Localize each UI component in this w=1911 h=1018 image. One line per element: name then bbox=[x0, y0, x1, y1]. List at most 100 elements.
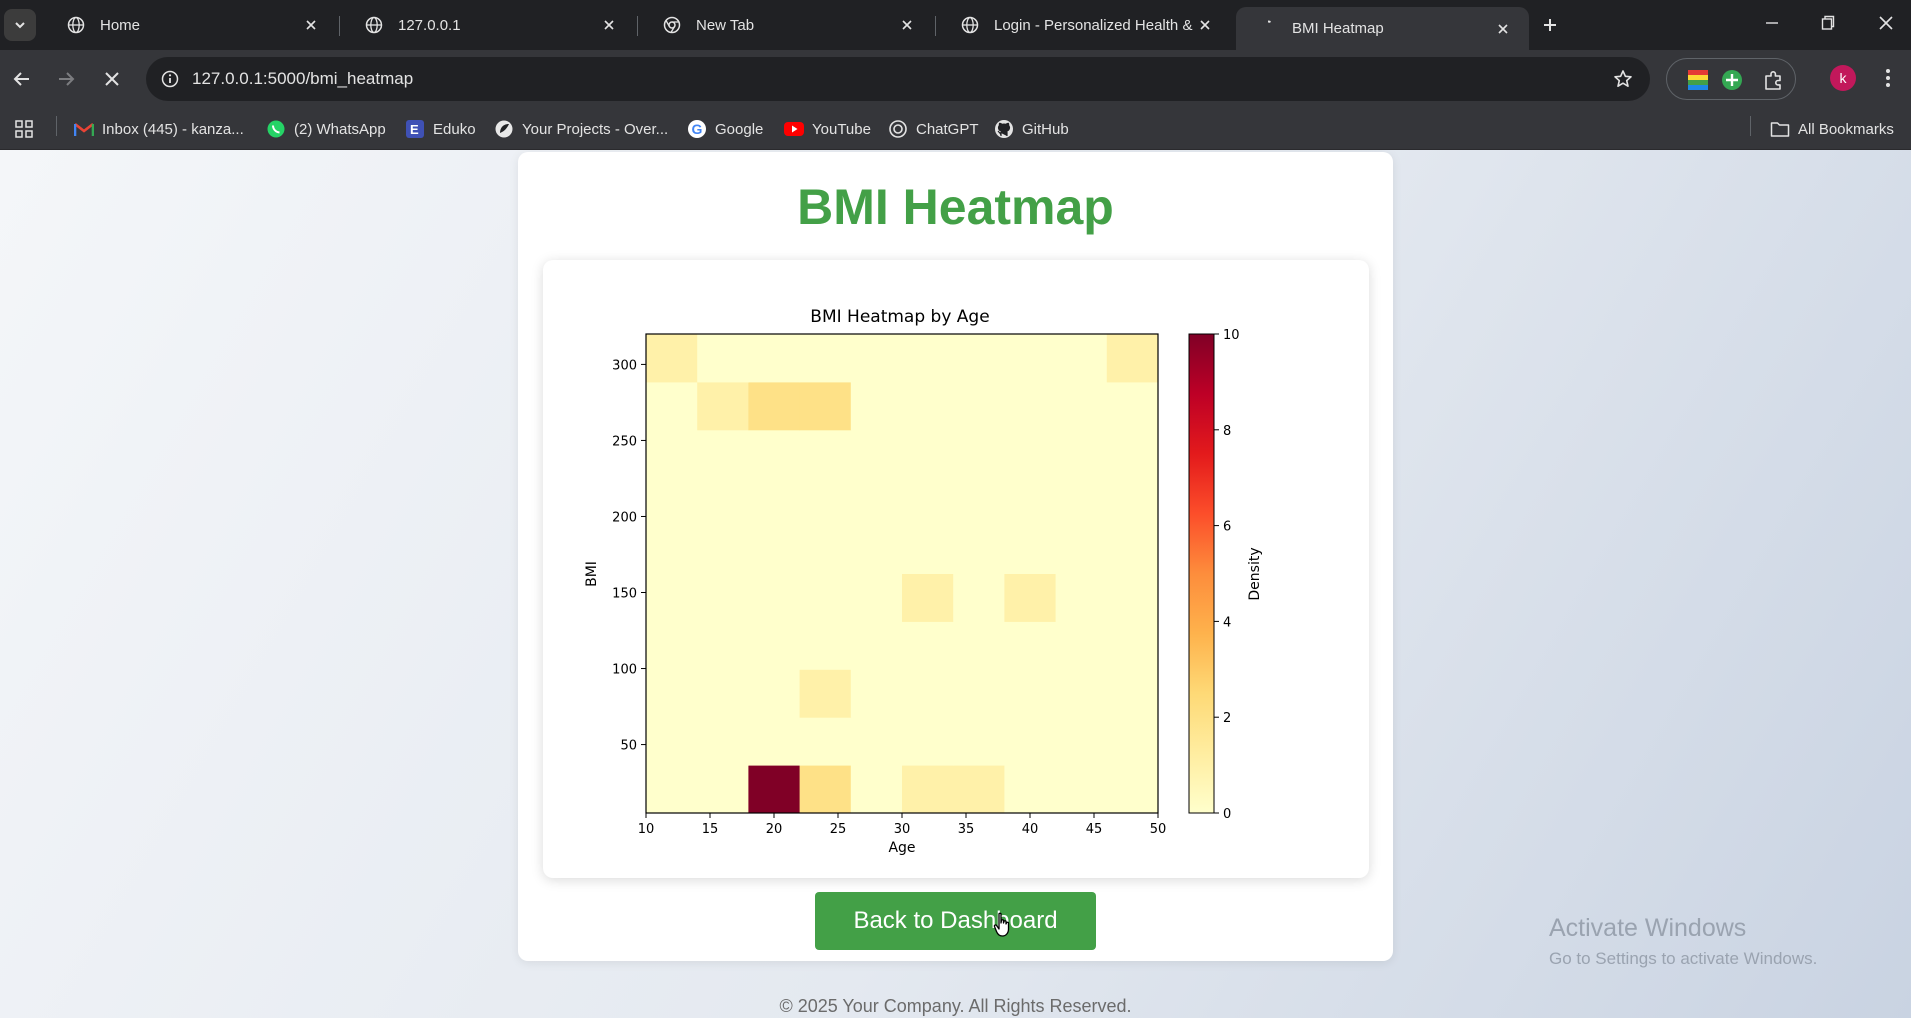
colorbar-ticks: 0 2 4 6 8 10 bbox=[1214, 328, 1240, 822]
heatmap-cell bbox=[646, 477, 698, 527]
bookmark-whatsapp[interactable]: (2) WhatsApp bbox=[266, 116, 386, 142]
heatmap-cell bbox=[748, 669, 801, 718]
heatmap-cell bbox=[799, 525, 852, 574]
profile-avatar[interactable]: k bbox=[1830, 65, 1856, 91]
close-icon[interactable] bbox=[895, 13, 919, 37]
heatmap-cell bbox=[1055, 429, 1108, 479]
heatmap-cell bbox=[697, 429, 749, 479]
heatmap-cells bbox=[646, 334, 1159, 814]
heatmap-cell bbox=[902, 765, 954, 814]
tab-home[interactable]: Home bbox=[44, 7, 337, 43]
heatmap-cell bbox=[953, 573, 1005, 622]
heatmap-cell bbox=[646, 669, 698, 718]
bookmark-eduko[interactable]: E Eduko bbox=[405, 116, 476, 142]
tab-title: New Tab bbox=[696, 16, 755, 34]
tab-login[interactable]: Login - Personalized Health & D bbox=[938, 7, 1231, 43]
heatmap-cell bbox=[1004, 381, 1057, 431]
heatmap-cell bbox=[902, 525, 954, 574]
close-icon[interactable] bbox=[299, 13, 323, 37]
heatmap-cell bbox=[697, 334, 749, 383]
back-nav-button[interactable] bbox=[6, 63, 38, 95]
tab-new-tab[interactable]: New Tab bbox=[640, 7, 933, 43]
stop-loading-button[interactable] bbox=[96, 63, 128, 95]
heatmap-cell bbox=[748, 765, 801, 814]
gmail-icon bbox=[74, 119, 94, 139]
globe-icon bbox=[364, 15, 384, 35]
heatmap-cell bbox=[902, 334, 954, 383]
bookmarks-bar: Inbox (445) - kanza... (2) WhatsApp E Ed… bbox=[0, 108, 1911, 150]
menu-icon[interactable] bbox=[1874, 64, 1902, 92]
heatmap-cell bbox=[799, 429, 852, 479]
close-icon[interactable] bbox=[597, 13, 621, 37]
heatmap-cell bbox=[1106, 765, 1159, 814]
bookmark-chatgpt[interactable]: ChatGPT bbox=[888, 116, 979, 142]
heatmap-cell bbox=[1055, 717, 1108, 766]
heatmap-cell bbox=[697, 525, 749, 574]
heatmap-cell bbox=[748, 381, 801, 431]
browser-toolbar: 127.0.0.1:5000/bmi_heatmap k bbox=[0, 50, 1911, 108]
footer-text: © 2025 Your Company. All Rights Reserved… bbox=[779, 996, 1132, 1016]
heatmap-cell bbox=[953, 477, 1005, 527]
x-tick-label: 45 bbox=[1086, 822, 1103, 837]
heatmap-cell bbox=[1004, 765, 1057, 814]
close-icon[interactable] bbox=[1193, 13, 1217, 37]
bookmark-github[interactable]: GitHub bbox=[994, 116, 1069, 142]
y-axis: 50 100 150 200 250 300 bbox=[612, 358, 646, 754]
tab-divider bbox=[339, 16, 340, 36]
svg-text:G: G bbox=[692, 121, 703, 137]
heatmap-cell bbox=[697, 573, 749, 622]
forward-nav-button[interactable] bbox=[50, 63, 82, 95]
color-extension-icon[interactable] bbox=[1685, 67, 1711, 93]
tab-search-button[interactable] bbox=[4, 9, 36, 41]
star-icon[interactable] bbox=[1610, 66, 1636, 92]
restore-icon bbox=[1821, 15, 1835, 30]
heatmap-cell bbox=[953, 669, 1005, 718]
folder-icon bbox=[1770, 119, 1790, 139]
tab-127[interactable]: 127.0.0.1 bbox=[342, 7, 635, 43]
add-extension-icon[interactable] bbox=[1719, 67, 1745, 93]
address-bar[interactable]: 127.0.0.1:5000/bmi_heatmap bbox=[146, 57, 1650, 101]
all-bookmarks-button[interactable]: All Bookmarks bbox=[1770, 116, 1894, 142]
extensions-group bbox=[1666, 58, 1796, 100]
heatmap-cell bbox=[850, 573, 903, 622]
bookmark-label: Eduko bbox=[433, 120, 476, 138]
heatmap-cell bbox=[697, 381, 749, 431]
bookmark-label: ChatGPT bbox=[916, 120, 979, 138]
close-window-button[interactable] bbox=[1866, 8, 1906, 38]
x-tick-label: 35 bbox=[958, 822, 975, 837]
x-tick-label: 40 bbox=[1022, 822, 1039, 837]
bmi-heatmap-chart: BMI Heatmap by Age 10 15 20 25 30 35 40 45 50 50… bbox=[584, 307, 1263, 856]
tab-title: Login - Personalized Health & D bbox=[994, 16, 1193, 34]
back-to-dashboard-button[interactable]: Back to Dashboard bbox=[815, 892, 1096, 950]
bookmark-gmail[interactable]: Inbox (445) - kanza... bbox=[74, 116, 244, 142]
colorbar-tick-label: 6 bbox=[1223, 520, 1231, 535]
heatmap-cell bbox=[1055, 621, 1108, 670]
colorbar-tick-label: 2 bbox=[1223, 711, 1231, 726]
whatsapp-icon bbox=[266, 119, 286, 139]
github-icon bbox=[994, 119, 1014, 139]
new-tab-button[interactable] bbox=[1536, 11, 1564, 39]
bookmark-label: Your Projects - Over... bbox=[522, 120, 669, 138]
y-tick-label: 50 bbox=[620, 739, 637, 754]
heatmap-cell bbox=[1004, 429, 1057, 479]
minimize-button[interactable] bbox=[1752, 8, 1792, 38]
info-icon[interactable] bbox=[156, 65, 184, 93]
y-tick-label: 200 bbox=[612, 510, 637, 525]
close-icon[interactable] bbox=[1491, 17, 1515, 41]
globe-icon bbox=[960, 15, 980, 35]
y-tick-label: 100 bbox=[612, 663, 637, 678]
bookmark-google[interactable]: G Google bbox=[687, 116, 763, 142]
restore-button[interactable] bbox=[1808, 8, 1848, 38]
close-icon bbox=[1879, 16, 1893, 30]
chevron-down-icon bbox=[15, 22, 25, 29]
heatmap-cell bbox=[850, 621, 903, 670]
colorbar-tick-label: 4 bbox=[1223, 615, 1231, 630]
bookmark-youtube[interactable]: YouTube bbox=[784, 116, 871, 142]
bookmark-overleaf[interactable]: Your Projects - Over... bbox=[494, 116, 668, 142]
tab-bmi-heatmap[interactable]: BMI Heatmap bbox=[1236, 7, 1529, 50]
colorbar bbox=[1188, 333, 1215, 814]
url-text[interactable]: 127.0.0.1:5000/bmi_heatmap bbox=[192, 69, 413, 89]
heatmap-cell bbox=[1055, 525, 1108, 574]
puzzle-icon[interactable] bbox=[1761, 67, 1787, 93]
apps-button[interactable] bbox=[14, 116, 42, 142]
